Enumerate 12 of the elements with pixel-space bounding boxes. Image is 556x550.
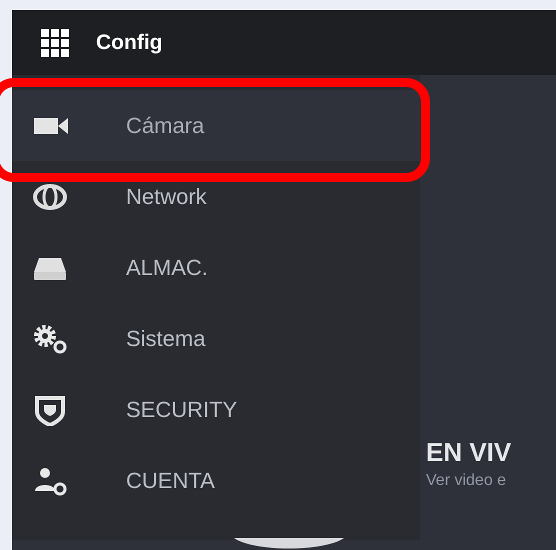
menu-item[interactable]: ALMAC.	[12, 232, 420, 303]
header-title: Config	[96, 30, 162, 54]
menu-item[interactable]: Network	[12, 161, 420, 232]
section-subtitle: Ver video e	[426, 472, 508, 490]
menu-item[interactable]: SECURITY	[12, 374, 420, 445]
system-icon	[32, 322, 68, 354]
section-title: EN VIV	[426, 437, 512, 468]
security-icon	[32, 394, 68, 426]
menu-item[interactable]: Cámara	[12, 90, 420, 161]
menu-item[interactable]: CUENTA	[12, 445, 420, 516]
grid-icon[interactable]	[40, 28, 70, 58]
menu-item[interactable]: Sistema	[12, 303, 420, 374]
